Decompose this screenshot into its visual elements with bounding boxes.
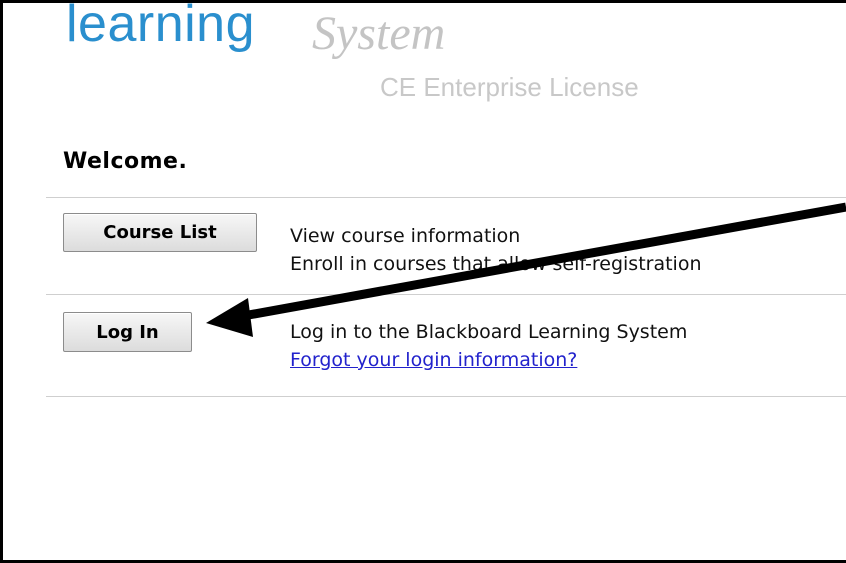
annotation-arrow	[206, 202, 846, 337]
annotation-arrow-shaft	[231, 202, 846, 323]
annotation-arrow-head	[206, 298, 253, 337]
